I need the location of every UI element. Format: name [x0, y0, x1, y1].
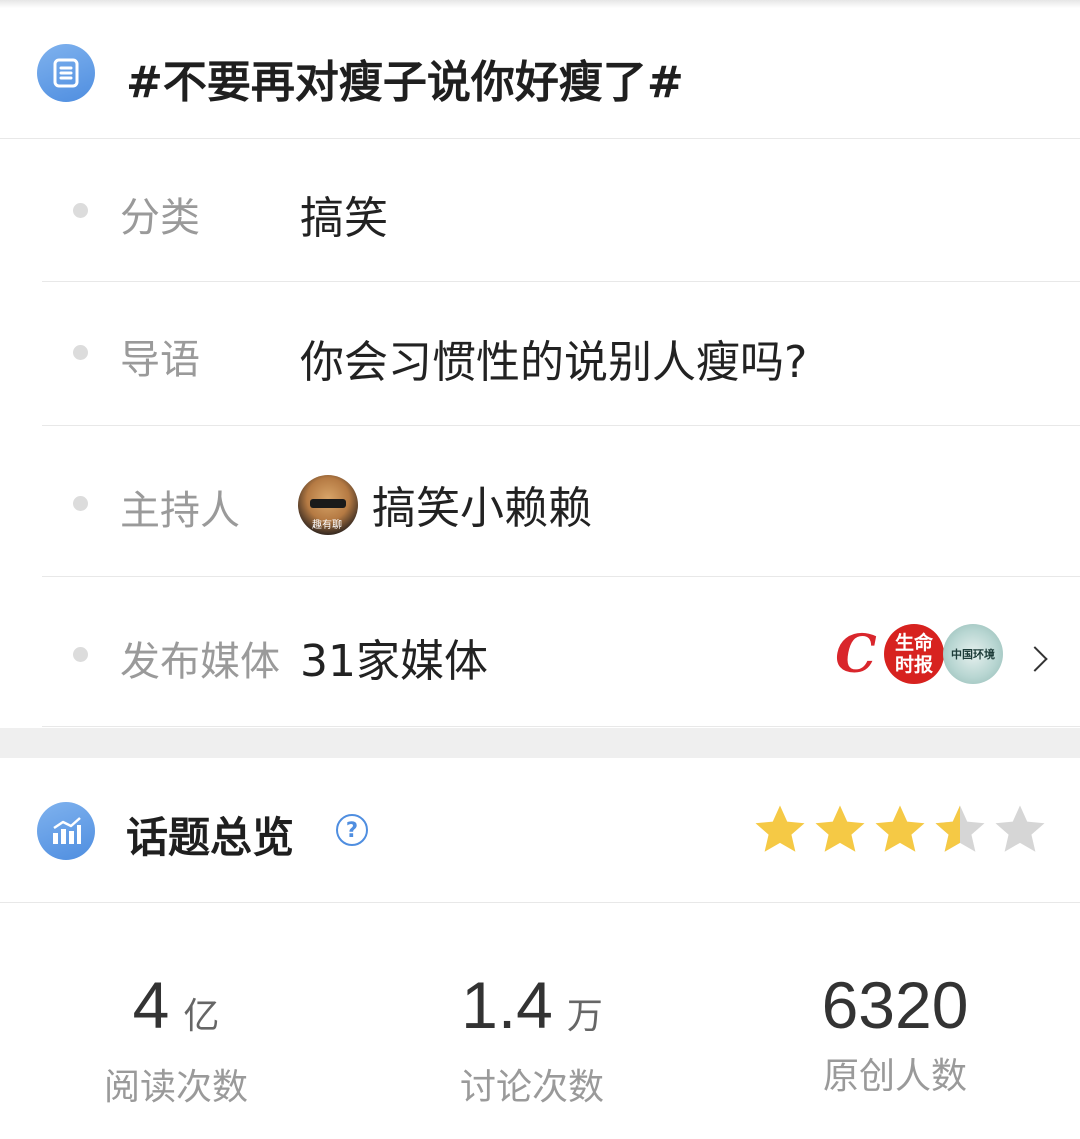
intro-row: 导语 你会习惯性的说别人瘦吗?	[0, 282, 1080, 425]
stat-label: 原创人数	[822, 1056, 967, 1097]
star-icon	[875, 805, 925, 852]
category-label: 分类	[120, 195, 200, 241]
stat-value: 6320	[821, 968, 969, 1042]
stat-value: 1.4	[461, 968, 553, 1042]
avatar-glasses	[310, 499, 346, 508]
star-empty-icon	[995, 805, 1045, 852]
host-label: 主持人	[120, 488, 240, 534]
bullet	[73, 203, 88, 218]
bullet	[73, 496, 88, 511]
stat-label: 讨论次数	[459, 1067, 604, 1108]
stat-value: 4	[132, 968, 170, 1042]
divider	[0, 902, 1080, 903]
bar-chart-icon	[37, 802, 95, 860]
intro-label: 导语	[120, 337, 200, 383]
topic-title: #不要再对瘦子说你好瘦了#	[126, 57, 684, 108]
avatar[interactable]: 趣有聊	[298, 475, 358, 535]
host-row[interactable]: 主持人 趣有聊 搞笑小赖赖	[0, 426, 1080, 576]
overview-title: 话题总览	[126, 813, 295, 862]
media-label: 发布媒体	[120, 639, 280, 685]
category-row: 分类 搞笑	[0, 139, 1080, 281]
stat-unit: 亿	[183, 995, 220, 1036]
host-name[interactable]: 搞笑小赖赖	[372, 472, 592, 536]
star-half-icon	[935, 805, 985, 852]
shengming-shibao-logo: 生命 时报	[884, 624, 944, 684]
category-value[interactable]: 搞笑	[300, 182, 388, 246]
stat-unit: 万	[566, 995, 603, 1036]
avatar-caption: 趣有聊	[312, 520, 342, 531]
stat-originals: 6320 原创人数	[745, 965, 1045, 1099]
top-shadow	[0, 0, 1080, 8]
stat-label: 阅读次数	[103, 1067, 248, 1108]
stat-discussions: 1.4 万 讨论次数	[382, 965, 682, 1110]
document-list-icon	[37, 44, 95, 102]
section-separator	[0, 728, 1080, 758]
intro-value: 你会习惯性的说别人瘦吗?	[300, 337, 808, 388]
stat-reads: 4亿 阅读次数	[26, 965, 326, 1110]
cctv-logo: C	[826, 624, 886, 684]
star-icon	[755, 805, 805, 852]
star-icon	[815, 805, 865, 852]
bullet	[73, 647, 88, 662]
divider	[42, 726, 1080, 727]
question-circle-icon[interactable]: ?	[336, 814, 368, 846]
topic-header: #不要再对瘦子说你好瘦了#	[0, 8, 1080, 146]
media-value[interactable]: 31家媒体	[300, 625, 488, 689]
bullet	[73, 345, 88, 360]
zhongguo-huanjing-logo: 中国环境	[943, 624, 1003, 684]
star-rating	[752, 802, 1048, 858]
